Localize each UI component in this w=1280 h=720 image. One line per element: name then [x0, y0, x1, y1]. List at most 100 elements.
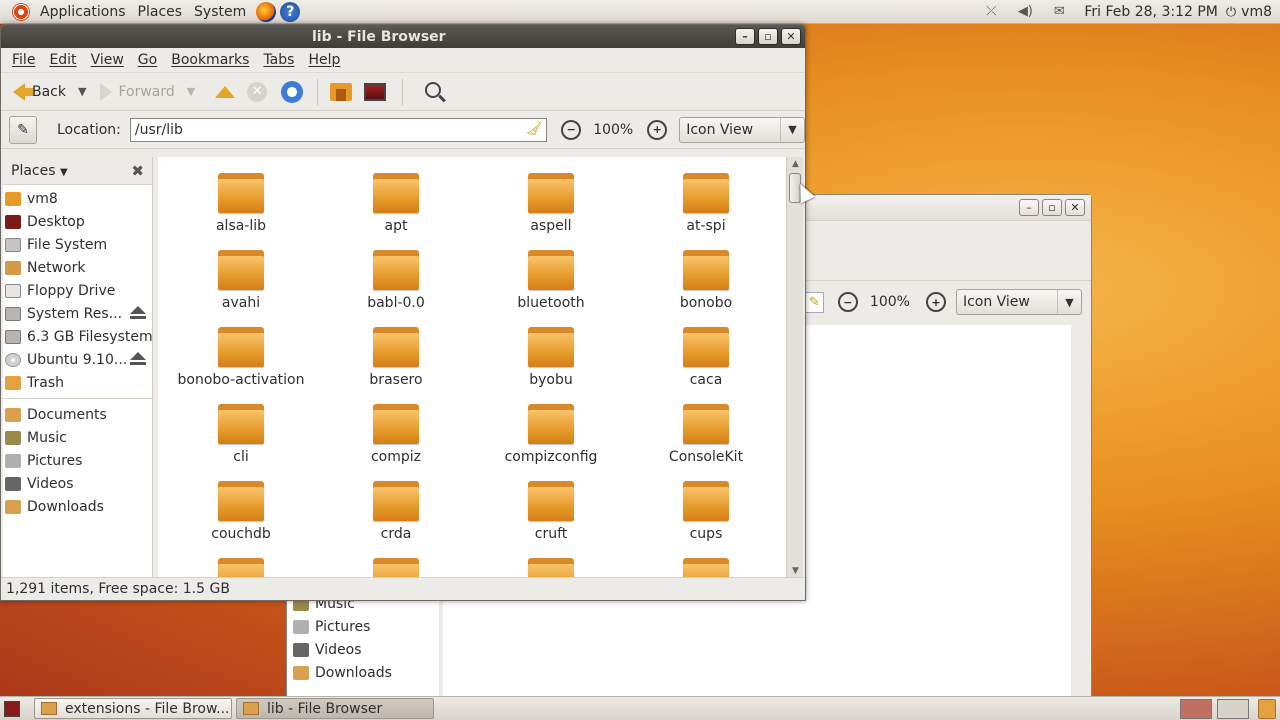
network-icon[interactable]: ⤫ [983, 4, 999, 20]
sidebar-item-documents[interactable]: Documents [3, 403, 152, 426]
mail-icon[interactable]: ✉ [1051, 4, 1067, 20]
folder-item[interactable]: apt [319, 173, 473, 234]
zoom-level[interactable]: 100% [593, 122, 633, 138]
scroll-up-arrow-icon[interactable]: ▲ [787, 157, 804, 171]
reload-icon[interactable] [281, 80, 304, 103]
scroll-down-arrow-icon[interactable]: ▼ [787, 564, 804, 578]
folder-item[interactable]: alsa-lib [164, 173, 318, 234]
eject-icon[interactable] [130, 306, 146, 319]
stop-icon[interactable]: ✕ [247, 81, 268, 102]
folder-item[interactable]: cruft [474, 481, 628, 542]
clear-location-icon[interactable]: ✎ [805, 291, 824, 313]
folder-item[interactable]: bonobo-activation [164, 327, 318, 388]
folder-item[interactable] [319, 558, 473, 578]
forward-button[interactable]: Forward [96, 77, 178, 107]
folder-item[interactable] [629, 558, 783, 578]
menu-bookmarks[interactable]: Bookmarks [164, 52, 256, 68]
workspace-2[interactable] [1217, 699, 1249, 719]
bg-sidebar-item-downloads[interactable]: Downloads [287, 661, 439, 684]
menu-edit[interactable]: Edit [42, 52, 83, 68]
menu-file[interactable]: File [5, 52, 42, 68]
folder-item[interactable]: byobu [474, 327, 628, 388]
trash-icon[interactable] [1258, 699, 1276, 719]
minimize-icon[interactable]: – [735, 28, 755, 45]
folder-item[interactable]: caca [629, 327, 783, 388]
maximize-icon[interactable]: ▫ [758, 28, 778, 45]
sidebar-item-music[interactable]: Music [3, 426, 152, 449]
file-icon-view[interactable]: alsa-lib apt aspell at-spi avahi babl-0.0 blue… [158, 157, 786, 578]
close-icon[interactable]: ✕ [1065, 199, 1085, 216]
eject-icon[interactable] [130, 352, 146, 365]
view-mode-select[interactable]: Icon View ▼ [679, 116, 805, 143]
task-extensions-file-browser[interactable]: extensions - File Brow... [34, 698, 232, 719]
workspace-1[interactable] [1180, 699, 1212, 719]
system-menu[interactable]: System [188, 4, 252, 20]
sidebar-item-vm8[interactable]: vm8 [3, 187, 152, 210]
sidebar-item-system-res[interactable]: System Res... [3, 302, 152, 325]
sidebar-type-dropdown[interactable]: Places ▼ [11, 163, 68, 179]
sidebar-item-trash[interactable]: Trash [3, 371, 152, 394]
user-menu[interactable]: vm8 [1241, 4, 1272, 20]
close-icon[interactable]: ✕ [781, 28, 801, 45]
folder-item[interactable] [474, 558, 628, 578]
folder-item[interactable]: cups [629, 481, 783, 542]
minimize-icon[interactable]: – [1019, 199, 1039, 216]
folder-item[interactable]: bonobo [629, 250, 783, 311]
folder-item[interactable]: compizconfig [474, 404, 628, 465]
sidebar-item-downloads[interactable]: Downloads [3, 495, 152, 518]
folder-item[interactable]: compiz [319, 404, 473, 465]
applications-menu[interactable]: Applications [34, 4, 132, 20]
home-icon[interactable] [330, 82, 353, 101]
zoom-out-icon[interactable]: − [837, 292, 858, 312]
bg-view-select[interactable]: Icon View ▼ [955, 289, 1082, 315]
bg-sidebar-item-pictures[interactable]: Pictures [287, 615, 439, 638]
folder-item[interactable]: ConsoleKit [629, 404, 783, 465]
places-menu[interactable]: Places [132, 4, 189, 20]
show-desktop-icon[interactable] [4, 700, 20, 717]
clear-location-icon[interactable]: 🧹︎ [526, 122, 543, 137]
sidebar-item-network[interactable]: Network [3, 256, 152, 279]
location-input[interactable]: /usr/lib 🧹︎ [129, 117, 548, 142]
firefox-launcher-icon[interactable] [256, 1, 277, 22]
zoom-in-icon[interactable]: + [925, 292, 946, 312]
titlebar[interactable]: lib - File Browser – ▫ ✕ [1, 25, 805, 48]
toggle-location-entry-button[interactable]: ✎ [9, 115, 37, 144]
folder-item[interactable]: brasero [319, 327, 473, 388]
sidebar-item-ubuntu-9-10[interactable]: Ubuntu 9.10... [3, 348, 152, 371]
back-button[interactable]: Back [9, 77, 70, 107]
ubuntu-logo-icon[interactable] [12, 2, 30, 21]
computer-icon[interactable] [364, 82, 387, 101]
folder-item[interactable]: aspell [474, 173, 628, 234]
zoom-out-icon[interactable]: − [561, 119, 582, 140]
power-icon[interactable]: ⏻ [1226, 5, 1236, 20]
sidebar-item-file-system[interactable]: File System [3, 233, 152, 256]
menu-help[interactable]: Help [301, 52, 347, 68]
folder-item[interactable] [164, 558, 318, 578]
folder-item[interactable]: cli [164, 404, 318, 465]
folder-item[interactable]: crda [319, 481, 473, 542]
maximize-icon[interactable]: ▫ [1042, 199, 1062, 216]
folder-item[interactable]: bluetooth [474, 250, 628, 311]
sidebar-item-6-3-gb-filesystem[interactable]: 6.3 GB Filesystem [3, 325, 153, 348]
volume-icon[interactable]: ◀) [1017, 4, 1033, 20]
back-history-chevron-icon[interactable]: ▼ [78, 85, 86, 98]
forward-history-chevron-icon[interactable]: ▼ [187, 85, 195, 98]
clock[interactable]: Fri Feb 28, 3:12 PM [1084, 4, 1218, 20]
task-lib-file-browser[interactable]: lib - File Browser [236, 698, 434, 719]
folder-item[interactable]: at-spi [629, 173, 783, 234]
search-icon[interactable] [425, 81, 442, 98]
folder-item[interactable]: avahi [164, 250, 318, 311]
sidebar-item-videos[interactable]: Videos [3, 472, 152, 495]
menu-view[interactable]: View [84, 52, 131, 68]
bg-sidebar-item-videos[interactable]: Videos [287, 638, 439, 661]
close-sidebar-icon[interactable]: ✖ [131, 162, 144, 180]
menu-go[interactable]: Go [131, 52, 164, 68]
up-icon[interactable] [215, 85, 236, 98]
sidebar-item-pictures[interactable]: Pictures [3, 449, 152, 472]
folder-item[interactable]: babl-0.0 [319, 250, 473, 311]
zoom-in-icon[interactable]: + [647, 119, 668, 140]
menu-tabs[interactable]: Tabs [256, 52, 301, 68]
bg-zoom-level[interactable]: 100% [870, 294, 910, 310]
sidebar-item-floppy-drive[interactable]: Floppy Drive [3, 279, 152, 302]
help-launcher-icon[interactable]: ? [280, 1, 301, 22]
